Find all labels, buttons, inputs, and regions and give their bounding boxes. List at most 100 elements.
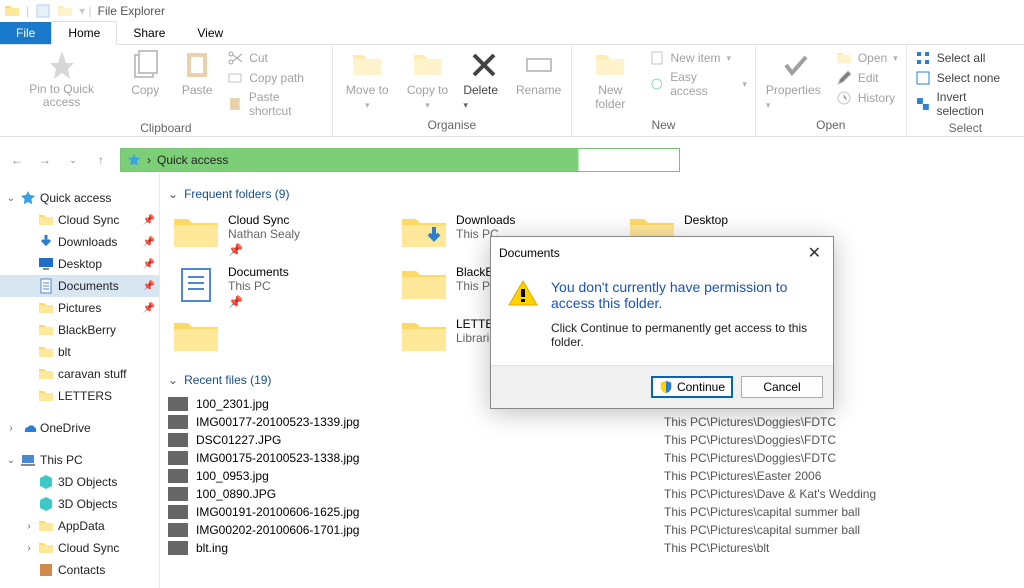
folder-card[interactable] bbox=[168, 313, 396, 361]
file-path: This PC\Pictures\Dave & Kat's Wedding bbox=[664, 487, 876, 501]
copy-to-button[interactable]: Copy to bbox=[400, 47, 456, 113]
ribbon: Pin to Quick access Copy Paste Cut Copy … bbox=[0, 45, 1024, 137]
recent-file-row[interactable]: IMG00175-20100523-1338.jpgThis PC\Pictur… bbox=[168, 449, 1016, 467]
folder-icon bbox=[172, 317, 220, 357]
qat-newfolder-icon[interactable] bbox=[57, 3, 73, 19]
sidebar-item[interactable]: ⌄This PC bbox=[0, 449, 159, 471]
sidebar-item-label: caravan stuff bbox=[58, 367, 126, 381]
sidebar-item[interactable]: Downloads📌 bbox=[0, 231, 159, 253]
sidebar-item[interactable]: Documents📌 bbox=[0, 275, 159, 297]
sidebar-item[interactable]: Cloud Sync 📌 bbox=[0, 209, 159, 231]
recent-file-row[interactable]: 100_0953.jpgThis PC\Pictures\Easter 2006 bbox=[168, 467, 1016, 485]
tab-share[interactable]: Share bbox=[117, 22, 181, 44]
folder-name: Downloads bbox=[456, 213, 515, 227]
folder-card[interactable]: Cloud SyncNathan Sealy📌 bbox=[168, 209, 396, 261]
continue-button[interactable]: Continue bbox=[651, 376, 733, 398]
group-select: Select all Select none Invert selection … bbox=[907, 45, 1024, 136]
qat-properties-icon[interactable] bbox=[35, 3, 51, 19]
sidebar-item[interactable]: Pictures📌 bbox=[0, 297, 159, 319]
3d-icon bbox=[38, 496, 54, 512]
thumbnail bbox=[168, 451, 188, 465]
file-path: This PC\Pictures\capital summer ball bbox=[664, 523, 860, 537]
sidebar-item[interactable]: ›AppData bbox=[0, 515, 159, 537]
folder-name: Documents bbox=[228, 265, 289, 279]
sidebar-item-label: Cloud Sync bbox=[58, 541, 119, 555]
folder-name: Desktop bbox=[684, 213, 728, 227]
paste-shortcut-button[interactable]: Paste shortcut bbox=[225, 89, 326, 119]
invert-selection-button[interactable]: Invert selection bbox=[913, 89, 1018, 119]
properties-button[interactable]: Properties bbox=[762, 47, 830, 113]
easy-access-button[interactable]: Easy access bbox=[647, 69, 749, 99]
file-name: IMG00191-20100606-1625.jpg bbox=[196, 505, 656, 519]
warning-icon bbox=[507, 279, 539, 307]
nav-pane[interactable]: ⌄Quick access Cloud Sync 📌 Downloads📌Deskto… bbox=[0, 173, 160, 588]
sidebar-item[interactable]: 3D Objects bbox=[0, 471, 159, 493]
back-button[interactable]: ← bbox=[8, 151, 26, 169]
group-label-select: Select bbox=[913, 119, 1018, 139]
shield-icon bbox=[659, 380, 673, 394]
group-label-clipboard: Clipboard bbox=[6, 119, 326, 139]
move-to-button[interactable]: Move to bbox=[339, 47, 396, 113]
downloads-folder-icon bbox=[400, 213, 448, 253]
sidebar-item[interactable]: caravan stuff bbox=[0, 363, 159, 385]
sidebar-item[interactable]: Desktop📌 bbox=[0, 253, 159, 275]
tab-file[interactable]: File bbox=[0, 22, 51, 44]
select-none-button[interactable]: Select none bbox=[913, 69, 1018, 87]
file-path: This PC\Pictures\Doggies\FDTC bbox=[664, 451, 836, 465]
sidebar-item[interactable]: LETTERS bbox=[0, 385, 159, 407]
title-bar: | ▾ | File Explorer bbox=[0, 0, 1024, 22]
folder-icon bbox=[400, 265, 448, 305]
sidebar-item[interactable]: Contacts bbox=[0, 559, 159, 581]
file-name: IMG00177-20100523-1339.jpg bbox=[196, 415, 656, 429]
folder-card[interactable]: DocumentsThis PC📌 bbox=[168, 261, 396, 313]
new-folder-button[interactable]: New folder bbox=[578, 47, 643, 113]
cancel-button[interactable]: Cancel bbox=[741, 376, 823, 398]
sidebar-item[interactable]: ›OneDrive bbox=[0, 417, 159, 439]
new-item-button[interactable]: New item bbox=[647, 49, 749, 67]
recent-file-row[interactable]: blt.ingThis PC\Pictures\blt bbox=[168, 539, 1016, 557]
sidebar-item-label: Cloud Sync bbox=[58, 213, 119, 227]
folder-y-icon bbox=[38, 518, 54, 534]
address-text: Quick access bbox=[157, 153, 228, 167]
recent-file-row[interactable]: IMG00202-20100606-1701.jpgThis PC\Pictur… bbox=[168, 521, 1016, 539]
pin-to-quick-access-button[interactable]: Pin to Quick access bbox=[6, 47, 117, 111]
open-button[interactable]: Open bbox=[834, 49, 900, 67]
recent-locations-button[interactable]: ⌄ bbox=[64, 151, 82, 169]
sidebar-item[interactable]: BlackBerry bbox=[0, 319, 159, 341]
up-button[interactable]: ↑ bbox=[92, 151, 110, 169]
address-bar[interactable]: › Quick access bbox=[120, 148, 680, 172]
thumbnail bbox=[168, 397, 188, 411]
pin-icon: 📌 bbox=[143, 281, 155, 292]
history-button[interactable]: History bbox=[834, 89, 900, 107]
sidebar-item[interactable]: ⌄Quick access bbox=[0, 187, 159, 209]
pin-icon: 📌 bbox=[143, 215, 155, 226]
sidebar-item[interactable]: blt bbox=[0, 341, 159, 363]
tab-home[interactable]: Home bbox=[51, 21, 117, 45]
dialog-close-button[interactable]: ✕ bbox=[804, 243, 825, 263]
file-path: This PC\Pictures\Easter 2006 bbox=[664, 469, 821, 483]
copy-path-button[interactable]: Copy path bbox=[225, 69, 326, 87]
cut-button[interactable]: Cut bbox=[225, 49, 326, 67]
sidebar-item[interactable]: 3D Objects bbox=[0, 493, 159, 515]
paste-button[interactable]: Paste bbox=[173, 47, 221, 99]
rename-button[interactable]: Rename bbox=[512, 47, 565, 99]
frequent-folders-header[interactable]: Frequent folders (9) bbox=[168, 187, 1016, 201]
cloud-icon bbox=[20, 420, 36, 436]
sidebar-item-label: Pictures bbox=[58, 301, 101, 315]
doc-icon bbox=[38, 278, 54, 294]
forward-button[interactable]: → bbox=[36, 151, 54, 169]
recent-file-row[interactable]: IMG00191-20100606-1625.jpg This PC\Pictur… bbox=[168, 503, 1016, 521]
recent-file-row[interactable]: 100_0890.JPGThis PC\Pictures\Dave & Kat'… bbox=[168, 485, 1016, 503]
recent-file-row[interactable]: DSC01227.JPGThis PC\Pictures\Doggies\FDT… bbox=[168, 431, 1016, 449]
folder-y-icon bbox=[38, 322, 54, 338]
tab-view[interactable]: View bbox=[181, 22, 239, 44]
select-all-button[interactable]: Select all bbox=[913, 49, 1018, 67]
ribbon-tabs: File Home Share View bbox=[0, 22, 1024, 45]
delete-button[interactable]: Delete bbox=[459, 47, 508, 113]
edit-button[interactable]: Edit bbox=[834, 69, 900, 87]
sidebar-item-label: LETTERS bbox=[58, 389, 112, 403]
copy-button[interactable]: Copy bbox=[121, 47, 169, 99]
recent-file-row[interactable]: IMG00177-20100523-1339.jpgThis PC\Pictur… bbox=[168, 413, 1016, 431]
sidebar-item[interactable]: ›Cloud Sync bbox=[0, 537, 159, 559]
file-path: This PC\Pictures\capital summer ball bbox=[664, 505, 860, 519]
